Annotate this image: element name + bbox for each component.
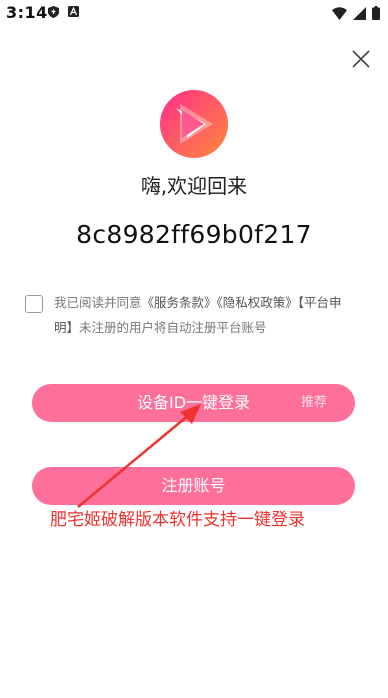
terms-link[interactable]: 《服务条款》 xyxy=(142,295,217,310)
play-logo-icon xyxy=(158,88,230,160)
device-login-label: 设备ID一键登录 xyxy=(136,393,251,412)
privacy-link[interactable]: 《隐私权政策》 xyxy=(217,295,298,310)
status-time: 3:14 xyxy=(6,3,48,22)
battery-icon xyxy=(372,5,380,24)
promo-text: 肥宅姬破解版本软件支持一键登录 xyxy=(50,510,305,530)
recommend-badge: 推荐 xyxy=(300,395,327,410)
status-bar: 3:14 xyxy=(0,0,388,26)
welcome-title: 嗨,欢迎回来 xyxy=(140,174,248,198)
status-right-icons xyxy=(332,5,380,24)
agreement-suffix: 未注册的用户将自动注册平台账号 xyxy=(79,320,267,335)
agreement-text: 我已阅读并同意《服务条款》《隐私权政策》【平台申明】未注册的用户将自动注册平台账… xyxy=(54,290,354,340)
a-letter-icon xyxy=(68,6,79,17)
signal-icon xyxy=(353,5,366,24)
status-left-icons xyxy=(48,5,79,18)
agreement-prefix: 我已阅读并同意 xyxy=(54,295,142,310)
device-id: 8c8982ff69b0f217 xyxy=(76,220,312,249)
shield-icon xyxy=(48,5,59,18)
device-login-button[interactable]: 设备ID一键登录 推荐 xyxy=(32,384,355,422)
close-icon[interactable] xyxy=(350,48,372,70)
wifi-icon xyxy=(332,5,347,24)
agreement-checkbox[interactable] xyxy=(25,295,43,313)
register-button[interactable]: 注册账号 xyxy=(32,467,355,505)
register-label: 注册账号 xyxy=(161,476,226,495)
